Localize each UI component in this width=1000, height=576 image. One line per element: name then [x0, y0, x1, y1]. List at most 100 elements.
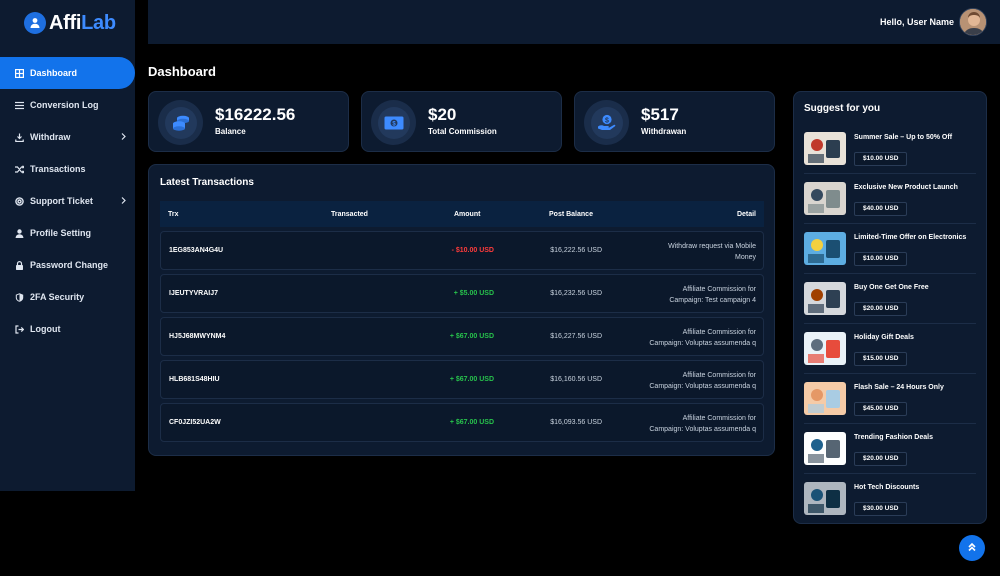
detail: Affiliate Commission for Campaign: Volupt… — [586, 370, 756, 392]
suggest-item[interactable]: Flash Sale – 24 Hours Only $45.00 USD — [804, 374, 976, 424]
trx-id: HJ5J68MWYNM4 — [169, 333, 226, 340]
detail-line: Affiliate Commission for — [682, 415, 756, 422]
suggest-item[interactable]: Limited-Time Offer on Electronics $10.00 … — [804, 224, 976, 274]
detail-line: Campaign: Voluptas assumenda q — [649, 426, 756, 433]
suggest-thumbnail[interactable] — [804, 132, 846, 165]
sidebar-item-label: 2FA Security — [30, 292, 85, 302]
latest-transactions-card: Latest Transactions Trx Transacted Amoun… — [148, 164, 775, 456]
sign-out-icon — [15, 324, 24, 334]
suggest-title[interactable]: Trending Fashion Deals — [854, 434, 933, 441]
detail-line: Campaign: Voluptas assumenda q — [649, 340, 756, 347]
suggest-item[interactable]: Buy One Get One Free $20.00 USD — [804, 274, 976, 324]
scroll-to-top-button[interactable] — [959, 535, 985, 561]
sidebar-item-transactions[interactable]: Transactions — [0, 153, 135, 185]
sidebar-item-logout[interactable]: Logout — [0, 313, 135, 345]
suggest-item[interactable]: Hot Tech Discounts $30.00 USD — [804, 474, 976, 524]
detail-line: Campaign: Test campaign 4 — [669, 297, 756, 304]
suggest-item[interactable]: Trending Fashion Deals $20.00 USD — [804, 424, 976, 474]
table-row[interactable]: CF0JZI52UA2W + $67.00 USD $16,093.56 USD Af… — [160, 403, 764, 442]
lock-icon — [15, 260, 24, 270]
sidebar-item-conversion-log[interactable]: Conversion Log — [0, 89, 135, 121]
sidebar-item-label: Conversion Log — [30, 100, 99, 110]
page-title: Dashboard — [148, 64, 216, 79]
stat-value: $20 — [428, 105, 457, 124]
section-title: Suggest for you — [804, 103, 881, 114]
table-row[interactable]: HLB681S48HIU + $67.00 USD $16,160.56 USD Af… — [160, 360, 764, 399]
suggest-title[interactable]: Buy One Get One Free — [854, 284, 929, 291]
suggest-title[interactable]: Holiday Gift Deals — [854, 334, 914, 341]
sidebar-item-label: Profile Setting — [30, 228, 92, 238]
sidebar-item-dashboard[interactable]: Dashboard — [0, 57, 135, 89]
column-header-trx: Trx — [168, 211, 179, 218]
trx-id: HLB681S48HIU — [169, 376, 220, 383]
trx-id: IJEUTYVRAIJ7 — [169, 290, 219, 297]
amount: - $10.00 USD — [451, 247, 494, 254]
suggest-thumbnail[interactable] — [804, 182, 846, 215]
user-greeting: Hello, User Name — [879, 17, 954, 27]
table-row[interactable]: IJEUTYVRAIJ7 + $5.00 USD $16,232.56 USD Aff… — [160, 274, 764, 313]
suggest-price-badge: $20.00 USD — [854, 452, 908, 466]
suggest-price-badge: $30.00 USD — [854, 502, 908, 516]
trx-id: CF0JZI52UA2W — [169, 419, 221, 426]
suggest-thumbnail[interactable] — [804, 382, 846, 415]
suggest-item[interactable]: Exclusive New Product Launch $40.00 USD — [804, 174, 976, 224]
life-ring-icon — [15, 196, 24, 206]
suggest-thumbnail[interactable] — [804, 482, 846, 515]
sidebar-item-label: Withdraw — [30, 132, 71, 142]
suggest-price-badge: $45.00 USD — [854, 402, 908, 416]
topbar: Hello, User Name — [148, 0, 1000, 44]
stat-card-withdrawn: $ $517 Withdrawan — [574, 91, 775, 152]
sidebar-nav: Dashboard Conversion Log Withdraw Transa… — [0, 57, 135, 345]
grid-icon — [15, 68, 24, 78]
sidebar-item-label: Logout — [30, 324, 61, 334]
sidebar-item-support-ticket[interactable]: Support Ticket — [0, 185, 135, 217]
logo-text: AffiLab — [49, 11, 116, 34]
suggest-price-badge: $10.00 USD — [854, 152, 908, 166]
stat-label: Withdrawan — [641, 127, 687, 136]
suggest-item[interactable]: Holiday Gift Deals $15.00 USD — [804, 324, 976, 374]
detail: Affiliate Commission for Campaign: Volupt… — [586, 413, 756, 435]
detail-line: Affiliate Commission for — [682, 329, 756, 336]
detail-line: Campaign: Voluptas assumenda q — [649, 383, 756, 390]
double-chevron-up-icon — [967, 539, 977, 557]
column-header-detail: Detail — [736, 211, 756, 218]
suggest-price-badge: $15.00 USD — [854, 352, 908, 366]
suggest-thumbnail[interactable] — [804, 432, 846, 465]
stat-label: Balance — [215, 127, 246, 136]
suggest-title[interactable]: Flash Sale – 24 Hours Only — [854, 384, 944, 391]
amount: + $67.00 USD — [449, 419, 494, 426]
suggest-price-badge: $10.00 USD — [854, 252, 908, 266]
amount: + $67.00 USD — [449, 376, 494, 383]
detail-line: Withdraw request via Mobile — [668, 243, 756, 250]
table-row[interactable]: HJ5J68MWYNM4 + $67.00 USD $16,227.56 USD Af… — [160, 317, 764, 356]
sidebar-item-label: Support Ticket — [30, 196, 93, 206]
table-header: Trx Transacted Amount Post Balance Detai… — [160, 201, 764, 227]
suggest-title[interactable]: Summer Sale – Up to 50% Off — [854, 134, 952, 141]
sidebar: AffiLab Dashboard Conversion Log Withdra… — [0, 0, 135, 491]
suggest-item[interactable]: Summer Sale – Up to 50% Off $10.00 USD — [804, 124, 976, 174]
sidebar-item-profile-setting[interactable]: Profile Setting — [0, 217, 135, 249]
money-bill-icon: $ — [377, 106, 410, 139]
suggest-title[interactable]: Hot Tech Discounts — [854, 484, 919, 491]
suggest-panel: Suggest for you Summer Sale – Up to 50% … — [793, 91, 987, 524]
suggest-thumbnail[interactable] — [804, 282, 846, 315]
suggest-title[interactable]: Exclusive New Product Launch — [854, 184, 958, 191]
stat-value: $517 — [641, 105, 679, 124]
suggest-thumbnail[interactable] — [804, 332, 846, 365]
avatar[interactable] — [959, 8, 987, 36]
suggest-price-badge: $20.00 USD — [854, 302, 908, 316]
suggest-title[interactable]: Limited-Time Offer on Electronics — [854, 234, 966, 241]
table-row[interactable]: 1EG853AN4G4U - $10.00 USD $16,222.56 USD Wi… — [160, 231, 764, 270]
logo[interactable]: AffiLab — [0, 0, 135, 46]
sidebar-item-withdraw[interactable]: Withdraw — [0, 121, 135, 153]
logo-icon — [24, 12, 46, 34]
suggest-thumbnail[interactable] — [804, 232, 846, 265]
sidebar-item-label: Transactions — [30, 164, 86, 174]
detail: Affiliate Commission for Campaign: Test c… — [586, 284, 756, 306]
svg-text:$: $ — [605, 117, 609, 124]
detail-line: Affiliate Commission for — [682, 372, 756, 379]
chevron-right-icon — [121, 132, 126, 142]
detail: Affiliate Commission for Campaign: Volupt… — [586, 327, 756, 349]
sidebar-item-password-change[interactable]: Password Change — [0, 249, 135, 281]
sidebar-item-2fa-security[interactable]: 2FA Security — [0, 281, 135, 313]
